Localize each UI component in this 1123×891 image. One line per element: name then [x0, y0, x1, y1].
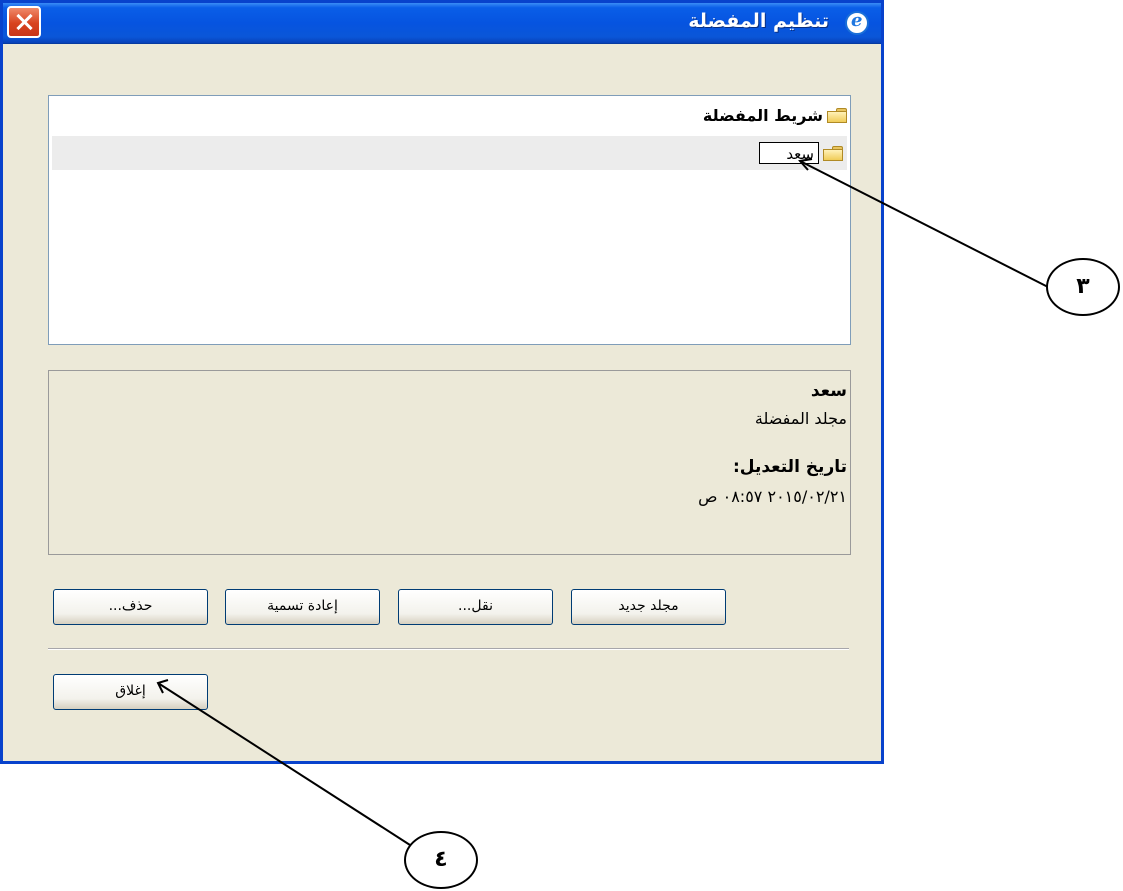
- arrow-to-rename-input: [799, 160, 1049, 288]
- arrow-to-close-button: [157, 682, 411, 846]
- callout-4: ٤: [404, 831, 478, 889]
- annotation-arrows: [156, 158, 1049, 846]
- callout-3: ٣: [1046, 258, 1120, 316]
